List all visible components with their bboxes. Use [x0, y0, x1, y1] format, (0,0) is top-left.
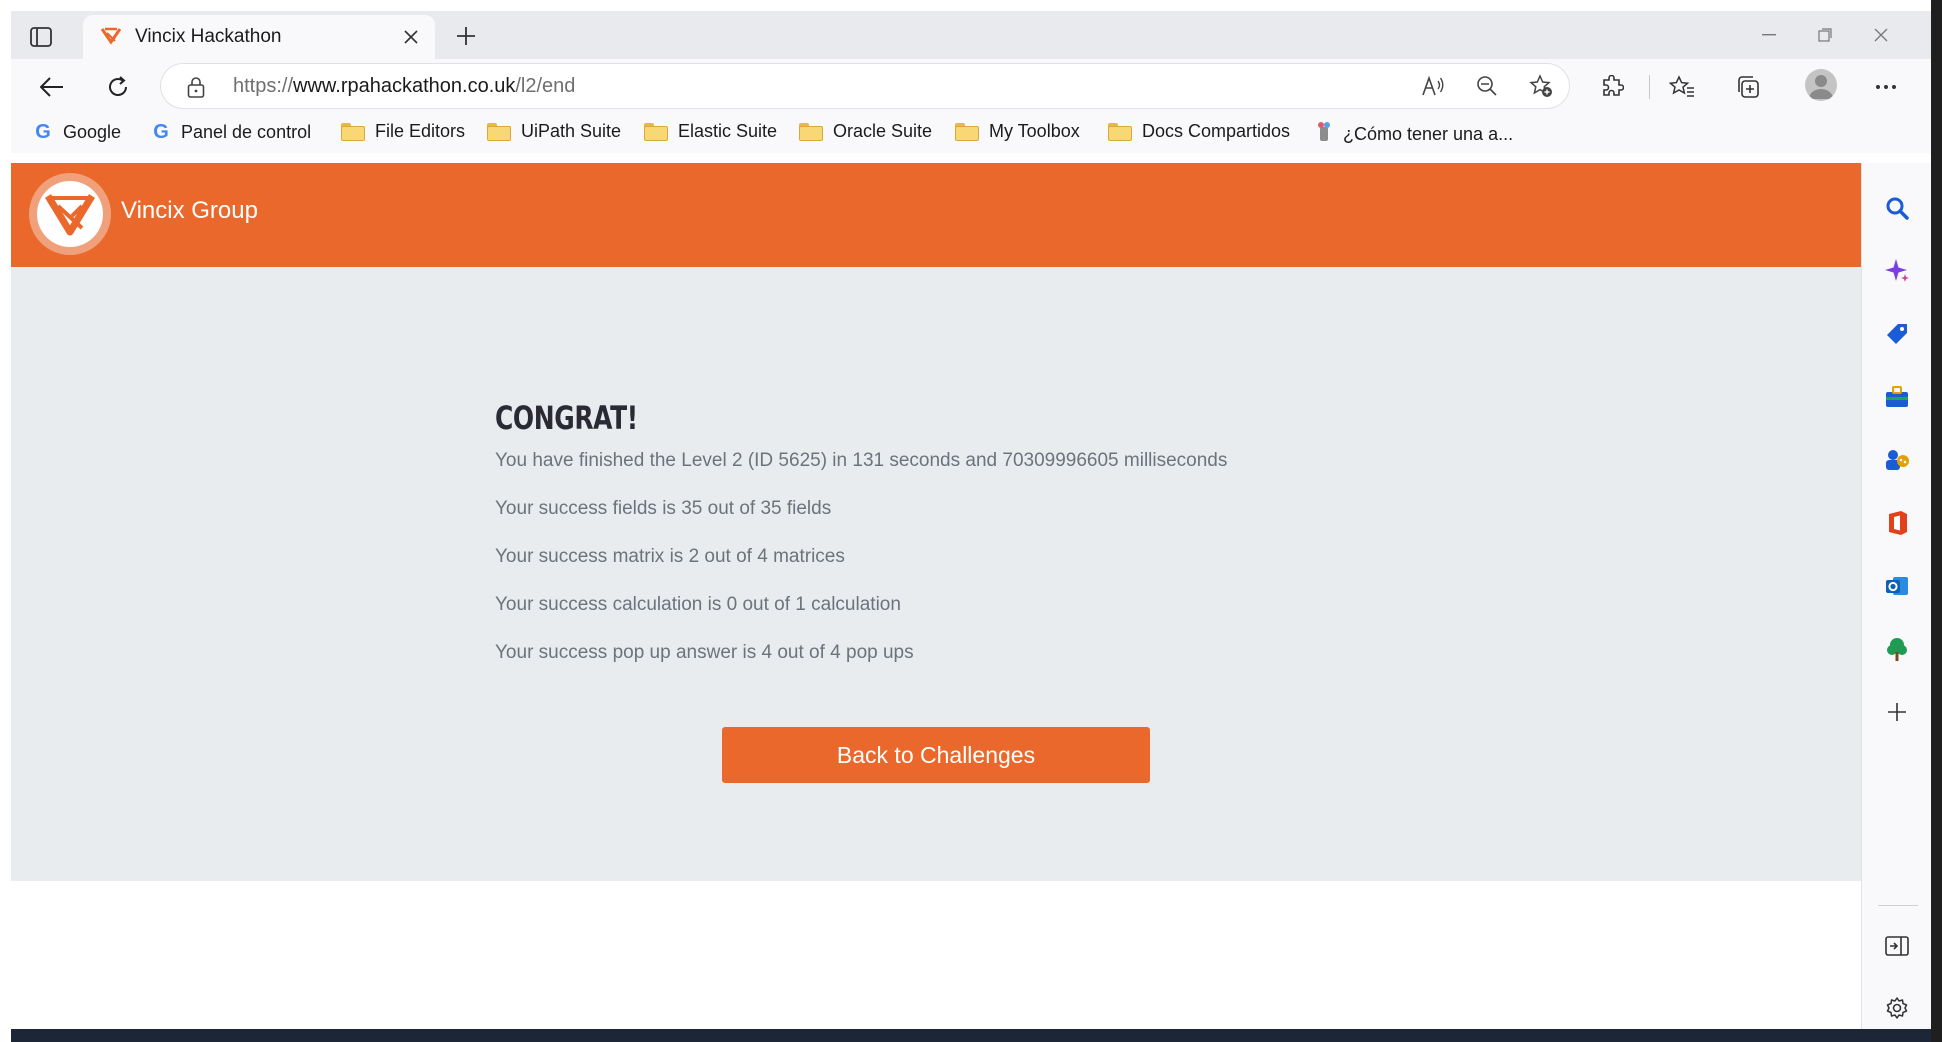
- result-matrix-text: Your success matrix is 2 out of 4 matric…: [495, 546, 845, 567]
- search-icon[interactable]: [1882, 193, 1912, 223]
- bookmark-google[interactable]: G Google: [33, 121, 121, 144]
- toolbar-separator: [1649, 75, 1650, 99]
- add-favorite-icon[interactable]: [1527, 72, 1555, 100]
- vincix-favicon-icon: [100, 27, 122, 50]
- bookmark-my-toolbox[interactable]: My Toolbox: [955, 121, 1080, 142]
- favorites-icon[interactable]: [1667, 72, 1697, 102]
- refresh-icon[interactable]: [103, 72, 133, 102]
- folder-icon: [644, 122, 668, 141]
- bookmark-label: File Editors: [375, 121, 466, 141]
- sidebar-separator: [1878, 905, 1918, 906]
- google-icon: G: [35, 121, 51, 143]
- more-options-icon[interactable]: [1871, 72, 1901, 102]
- shopping-tag-icon[interactable]: [1882, 319, 1912, 349]
- url-path: /l2/end: [515, 75, 576, 97]
- extensions-icon[interactable]: [1597, 72, 1627, 102]
- browser-toolbar: https://www.rpahackathon.co.uk/l2/end: [11, 59, 1931, 113]
- result-panel: CONGRAT! You have finished the Level 2 (…: [11, 267, 1861, 881]
- browser-window: Vincix Hackathon https://www.rpahackatho…: [11, 11, 1931, 1042]
- close-window-icon[interactable]: [1863, 21, 1899, 49]
- edge-sidebar: [1861, 163, 1931, 1042]
- folder-icon: [955, 122, 979, 141]
- profile-avatar[interactable]: [1805, 69, 1837, 101]
- page-title: CONGRAT!: [495, 399, 638, 437]
- tree-icon[interactable]: [1882, 634, 1912, 664]
- bookmark-label: Docs Compartidos: [1142, 121, 1291, 141]
- bookmark-label: UiPath Suite: [521, 121, 622, 141]
- result-fields-text: Your success fields is 35 out of 35 fiel…: [495, 498, 832, 519]
- back-arrow-icon[interactable]: [37, 72, 67, 102]
- vincix-logo-mark-icon: [37, 181, 103, 247]
- tab-strip: Vincix Hackathon: [11, 11, 1931, 59]
- tab-active[interactable]: Vincix Hackathon: [83, 15, 435, 59]
- bookmark-file-editors[interactable]: File Editors: [341, 121, 465, 142]
- address-bar[interactable]: https://www.rpahackathon.co.uk/l2/end: [161, 64, 1569, 108]
- folder-icon: [487, 122, 511, 141]
- bookmark-docs-compartidos[interactable]: Docs Compartidos: [1108, 121, 1290, 142]
- web-page: Vincix Group CONGRAT! You have finished …: [11, 163, 1861, 1033]
- collections-icon[interactable]: [1733, 72, 1763, 102]
- bookmark-oracle-suite[interactable]: Oracle Suite: [799, 121, 932, 142]
- screen-edge: [1931, 0, 1942, 1042]
- tab-actions-icon[interactable]: [27, 23, 55, 51]
- zoom-out-icon[interactable]: [1473, 72, 1501, 100]
- url-host: www.rpahackathon.co.uk: [293, 75, 516, 97]
- result-calculation-text: Your success calculation is 0 out of 1 c…: [495, 594, 901, 615]
- bookmark-label: Google: [63, 122, 122, 142]
- hide-sidebar-icon[interactable]: [1882, 931, 1912, 961]
- bookmark-como-tener[interactable]: ¿Cómo tener una a...: [1315, 121, 1513, 148]
- site-icon: [1315, 121, 1333, 148]
- tools-briefcase-icon[interactable]: [1882, 382, 1912, 412]
- back-to-challenges-button[interactable]: Back to Challenges: [722, 727, 1150, 783]
- copilot-sparkle-icon[interactable]: [1882, 256, 1912, 286]
- office-icon[interactable]: [1882, 508, 1912, 538]
- folder-icon: [341, 122, 365, 141]
- read-aloud-icon[interactable]: [1419, 72, 1447, 100]
- bookmark-label: My Toolbox: [989, 121, 1080, 141]
- bookmark-elastic-suite[interactable]: Elastic Suite: [644, 121, 777, 142]
- result-popup-text: Your success pop up answer is 4 out of 4…: [495, 642, 914, 663]
- vincix-logo[interactable]: [29, 173, 111, 255]
- close-tab-icon[interactable]: [399, 25, 423, 49]
- site-header: Vincix Group: [11, 163, 1861, 267]
- restore-icon[interactable]: [1807, 21, 1843, 49]
- tab-title: Vincix Hackathon: [135, 26, 282, 47]
- bookmark-uipath-suite[interactable]: UiPath Suite: [487, 121, 621, 142]
- folder-icon: [1108, 122, 1132, 141]
- add-sidebar-app-icon[interactable]: [1882, 697, 1912, 727]
- folder-icon: [799, 122, 823, 141]
- bookmark-panel-de-control[interactable]: G Panel de control: [151, 121, 311, 144]
- url-text[interactable]: https://www.rpahackathon.co.uk/l2/end: [233, 75, 575, 98]
- bookmarks-bar: G Google G Panel de control File Editors…: [11, 113, 1931, 153]
- outlook-icon[interactable]: [1882, 571, 1912, 601]
- minimize-icon[interactable]: [1751, 21, 1787, 49]
- lock-icon[interactable]: [187, 76, 205, 103]
- google-icon: G: [153, 121, 169, 143]
- games-icon[interactable]: [1882, 445, 1912, 475]
- bookmark-label: Oracle Suite: [833, 121, 933, 141]
- url-scheme: https://: [233, 75, 294, 97]
- result-time-text: You have finished the Level 2 (ID 5625) …: [495, 450, 1228, 471]
- taskbar-strip: [11, 1029, 1931, 1042]
- bookmark-label: Panel de control: [181, 122, 312, 142]
- bookmark-label: Elastic Suite: [678, 121, 778, 141]
- new-tab-icon[interactable]: [453, 23, 479, 49]
- bookmark-label: ¿Cómo tener una a...: [1343, 124, 1514, 144]
- brand-name: Vincix Group: [121, 197, 258, 224]
- settings-gear-icon[interactable]: [1882, 993, 1912, 1023]
